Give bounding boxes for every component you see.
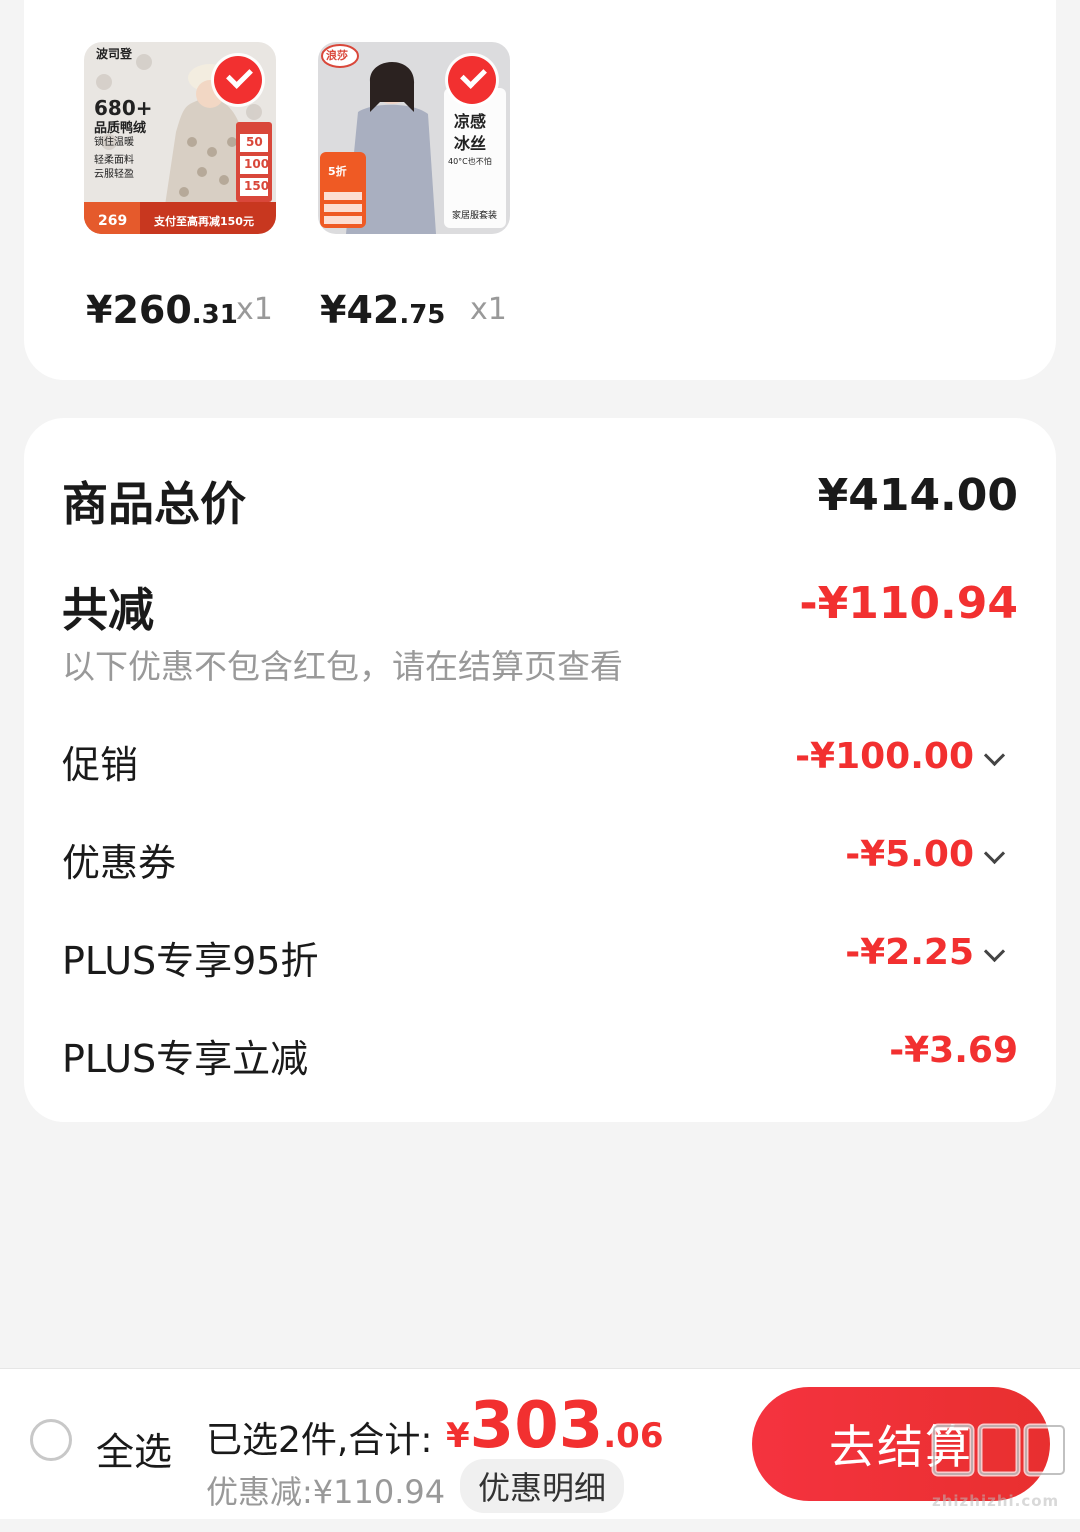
discount-note: 以下优惠不包含红包，请在结算页查看 [62,647,623,686]
product-1-coupon-c: 150 [244,179,270,193]
discount-row-label: PLUS专享95折 [62,939,319,983]
discount-row-value: -¥2.25 [845,932,974,973]
grand-total: ¥303.06 [446,1389,664,1463]
product-2-line3: 40°C也不怕 [448,157,492,166]
product-2-badge: 5折 [328,165,347,178]
product-1-line2: 品质鸭绒 [94,121,147,136]
discount-row-label: PLUS专享立减 [62,1037,309,1081]
discount-row-value: -¥3.69 [889,1030,1018,1071]
discount-row-value: -¥100.00 [795,736,974,777]
product-1-line4: 轻柔面料 [94,155,134,166]
selected-check-icon[interactable] [448,56,496,104]
select-all-radio[interactable] [30,1419,72,1461]
product-1-brand: 波司登 [96,47,133,61]
product-2-brand: 浪莎 [326,49,348,62]
product-1-line3: 锁住温暖 [94,137,134,148]
watermark-url: zhizhizhi.com [932,1492,1060,1510]
product-2-quantity: x1 [470,292,507,327]
checkout-bar: 全选 已选2件,合计: ¥303.06 优惠减:¥110.94 优惠明细 去结算 [0,1368,1080,1519]
product-thumbnail-1[interactable]: 波司登 680+ 品质鸭绒 锁住温暖 轻柔面料 云服轻盈 50 100 150 … [84,42,276,234]
select-all-label[interactable]: 全选 [96,1421,172,1476]
product-1-price-tag: 269 [98,213,128,229]
selected-summary: 已选2件,合计: [206,1411,432,1463]
discount-row-label: 优惠券 [62,841,177,885]
product-1-coupon-b: 100 [244,157,270,171]
product-2-line2: 冰丝 [454,134,487,153]
saved-amount: 优惠减:¥110.94 [206,1473,446,1511]
selected-products-card: 波司登 680+ 品质鸭绒 锁住温暖 轻柔面料 云服轻盈 50 100 150 … [24,0,1056,380]
total-discount-label: 共减 [62,583,154,637]
total-price-label: 商品总价 [62,477,246,531]
chevron-down-icon[interactable] [983,842,1006,865]
product-1-quantity: x1 [236,292,273,327]
product-1-banner: 支付至高再减150元 [154,215,254,228]
product-2-price: ¥42.75 [320,288,446,332]
total-price-value: ¥414.00 [817,470,1018,521]
product-2-line1: 凉感 [454,112,487,131]
product-1-line1: 680+ [94,96,153,120]
total-discount-value: -¥110.94 [799,578,1018,629]
discount-row-label: 促销 [62,743,139,787]
chevron-down-icon[interactable] [983,940,1006,963]
product-2-footer: 家居服套装 [452,211,498,221]
product-1-price: ¥260.31 [86,288,238,332]
chevron-down-icon[interactable] [983,744,1006,767]
product-1-coupon-a: 50 [246,135,263,149]
selected-check-icon[interactable] [214,56,262,104]
selected-count-text: 已选2件,合计: [206,1420,433,1461]
discount-row-value: -¥5.00 [845,834,974,875]
discount-details-button[interactable]: 优惠明细 [460,1459,625,1513]
product-1-line5: 云服轻盈 [94,169,134,180]
product-thumbnail-2[interactable]: 浪莎 凉感 冰丝 40°C也不怕 5折 家居服套装 [318,42,510,234]
price-summary-card: 商品总价 ¥414.00 共减 -¥110.94 以下优惠不包含红包，请在结算页… [24,418,1056,1122]
